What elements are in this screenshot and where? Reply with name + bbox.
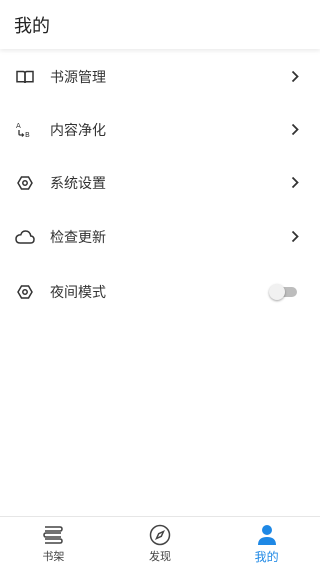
bookshelf-icon [41, 524, 65, 546]
svg-text:B: B [25, 131, 30, 139]
compass-icon [148, 524, 172, 546]
chevron-right-icon [290, 123, 300, 137]
menu-item-check-update[interactable]: 检查更新 [0, 210, 320, 263]
bottom-navigation: 书架 发现 我的 [0, 516, 320, 569]
nav-label: 书架 [42, 550, 65, 563]
cloud-icon [15, 227, 35, 247]
menu-item-system-settings[interactable]: 系统设置 [0, 156, 320, 209]
menu-item-label: 检查更新 [50, 229, 106, 246]
nav-tab-bookshelf[interactable]: 书架 [0, 517, 107, 569]
book-open-icon [15, 67, 35, 87]
nav-tab-discover[interactable]: 发现 [107, 517, 214, 569]
night-mode-toggle[interactable] [269, 283, 297, 300]
menu-item-label: 内容净化 [50, 122, 106, 139]
menu-item-label: 夜间模式 [50, 284, 106, 301]
nav-label: 我的 [254, 550, 279, 564]
menu-item-content-filter[interactable]: A B 内容净化 [0, 103, 320, 156]
menu-item-night-mode[interactable]: 夜间模式 [0, 265, 320, 318]
nav-label: 发现 [149, 550, 171, 563]
page-title: 我的 [14, 15, 50, 37]
nav-tab-mine[interactable]: 我的 [213, 517, 320, 569]
settings-icon [15, 173, 35, 193]
toggle-thumb [269, 283, 285, 300]
app-header: 我的 [0, 0, 320, 49]
menu-item-label: 系统设置 [50, 175, 106, 192]
text-replace-icon: A B [15, 120, 35, 140]
svg-text:A: A [16, 122, 21, 130]
person-icon [255, 524, 279, 546]
menu-item-label: 书源管理 [50, 69, 106, 86]
app-root: 我的 书源管理 A B 内容净化 系统设置 检查更新 夜间模式 书架 发现 我的 [0, 0, 320, 569]
chevron-right-icon [290, 230, 300, 244]
chevron-right-icon [290, 70, 300, 84]
menu-item-source-management[interactable]: 书源管理 [0, 50, 320, 103]
chevron-right-icon [290, 176, 300, 190]
settings-icon [15, 282, 35, 302]
